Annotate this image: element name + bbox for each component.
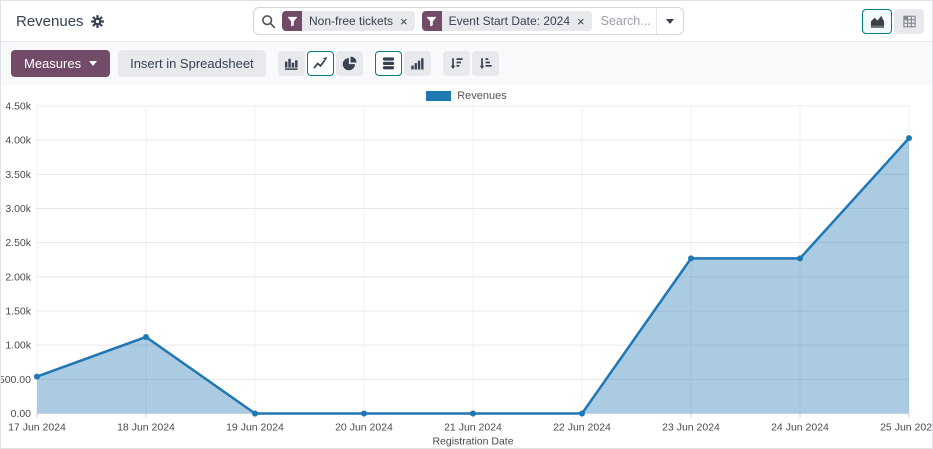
insert-in-spreadsheet-button[interactable]: Insert in Spreadsheet [118,50,266,77]
svg-text:Registration Date: Registration Date [432,436,513,448]
bar-chart-icon [284,56,299,71]
svg-text:3.00k: 3.00k [5,203,31,215]
search-facet: Event Start Date: 2024 × [422,11,592,31]
svg-text:18 Jun 2024: 18 Jun 2024 [117,422,175,434]
bar-chart-button[interactable] [278,51,305,76]
svg-text:3.50k: 3.50k [5,169,31,181]
graph-toolbar: Measures Insert in Spreadsheet [1,42,932,85]
control-panel-header: Revenues [1,1,932,42]
revenue-line-chart: 0.00 500.00 1.00k 1.50k 2.00k 2.50k 3.00k 3.50k… [1,85,933,449]
chevron-down-icon [89,61,97,66]
search-input[interactable] [599,13,656,29]
search-bar: Non-free tickets × Event Start Date: 202… [253,7,684,35]
sort-group [443,51,499,76]
chart-type-group [278,51,363,76]
svg-text:24 Jun 2024: 24 Jun 2024 [771,422,829,434]
facet-remove-icon[interactable]: × [400,15,408,28]
cumulative-button[interactable] [404,51,431,76]
area-chart-icon [870,14,885,29]
svg-text:17 Jun 2024: 17 Jun 2024 [8,422,66,434]
stacked-button[interactable] [375,51,402,76]
pivot-view-button[interactable] [894,9,924,34]
sort-asc-icon [478,56,493,71]
view-switcher [862,9,924,34]
stacked-icon [381,56,396,71]
filter-icon [422,11,442,31]
svg-text:25 Jun 2024: 25 Jun 2024 [880,422,933,434]
line-chart-button[interactable] [307,51,334,76]
ascending-bars-icon [410,56,425,71]
pie-chart-icon [342,56,357,71]
chart-option-group [375,51,431,76]
gear-icon[interactable] [91,15,104,28]
svg-text:4.50k: 4.50k [5,101,31,113]
svg-text:19 Jun 2024: 19 Jun 2024 [226,422,284,434]
facet-label: Event Start Date: 2024 [449,14,570,28]
svg-text:23 Jun 2024: 23 Jun 2024 [662,422,720,434]
svg-text:21 Jun 2024: 21 Jun 2024 [444,422,502,434]
sort-descending-button[interactable] [443,51,470,76]
svg-text:2.00k: 2.00k [5,271,31,283]
pie-chart-button[interactable] [336,51,363,76]
search-options-toggle[interactable] [656,8,683,34]
svg-text:1.00k: 1.00k [5,340,31,352]
sort-desc-icon [449,56,464,71]
facet-remove-icon[interactable]: × [577,15,585,28]
svg-text:1.50k: 1.50k [5,306,31,318]
search-icon [261,14,276,29]
graph-view-page: Revenues [0,0,933,449]
pivot-table-icon [902,14,917,29]
measures-button[interactable]: Measures [11,50,110,77]
page-title: Revenues [16,13,84,30]
search-facet: Non-free tickets × [282,11,415,31]
svg-text:500.00: 500.00 [1,374,31,386]
line-chart-icon [313,56,328,71]
filter-icon [282,11,302,31]
measures-label: Measures [24,56,81,71]
svg-text:4.00k: 4.00k [5,135,31,147]
graph-view-button[interactable] [862,9,892,34]
svg-text:2.50k: 2.50k [5,237,31,249]
svg-text:22 Jun 2024: 22 Jun 2024 [553,422,611,434]
chart-area: Revenues 0.00500.001.00k1.50k2.00k2.50k3… [1,85,932,449]
svg-text:0.00: 0.00 [11,408,32,420]
chevron-down-icon [666,19,674,24]
svg-text:20 Jun 2024: 20 Jun 2024 [335,422,393,434]
facet-label: Non-free tickets [309,14,393,28]
sort-ascending-button[interactable] [472,51,499,76]
